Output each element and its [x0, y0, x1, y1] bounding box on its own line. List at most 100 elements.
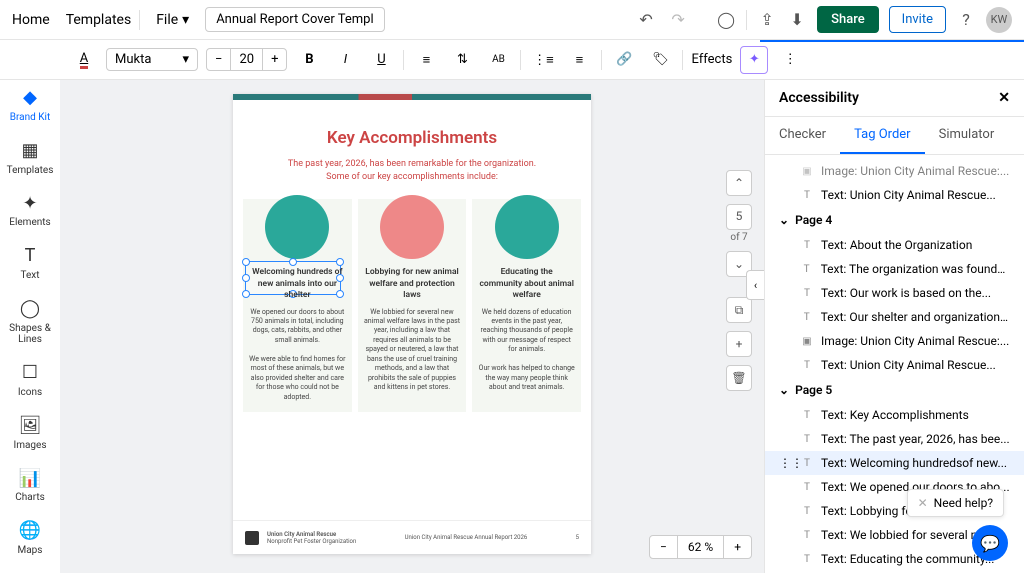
effects-button[interactable]: Effects: [691, 52, 732, 67]
letter-case-icon[interactable]: AB: [484, 46, 512, 74]
column-3[interactable]: Educating the community about animal wel…: [472, 199, 581, 412]
font-size-stepper[interactable]: − 20 +: [206, 48, 287, 71]
illustration-1[interactable]: [265, 195, 329, 259]
copy-page-button[interactable]: ⧉: [726, 297, 752, 323]
tag-item[interactable]: TText: Our shelter and organizationi...: [765, 305, 1024, 329]
tag-item[interactable]: TText: The past year, 2026, has bee...: [765, 427, 1024, 451]
column-2[interactable]: Lobbying for new animal welfare and prot…: [358, 199, 467, 412]
tag-icon[interactable]: 🏷: [646, 46, 674, 74]
text-type-icon: T: [801, 264, 813, 275]
tab-simulator[interactable]: Simulator: [925, 117, 1009, 154]
zoom-out-button[interactable]: −: [650, 536, 677, 558]
page[interactable]: Key Accomplishments The past year, 2026,…: [233, 94, 591, 554]
collapse-panel-button[interactable]: ‹: [746, 270, 764, 300]
tag-item[interactable]: TText: Union City Animal Rescue...: [765, 183, 1024, 207]
italic-icon[interactable]: I: [331, 46, 359, 74]
text-type-icon: T: [801, 410, 813, 421]
font-select[interactable]: Mukta▾: [106, 48, 198, 71]
text-type-icon: T: [801, 554, 813, 565]
left-rail: ◆Brand Kit ▦Templates ✦Elements TText ◯S…: [0, 80, 60, 573]
footer-logo-icon: [245, 531, 259, 545]
bold-icon[interactable]: B: [295, 46, 323, 74]
drag-handle-icon[interactable]: ⋮⋮: [779, 456, 793, 470]
text-type-icon: T: [801, 434, 813, 445]
align-icon[interactable]: ≡: [412, 46, 440, 74]
col2-heading[interactable]: Lobbying for new animal welfare and prot…: [364, 267, 461, 301]
rail-maps[interactable]: 🌐Maps: [18, 521, 43, 556]
rail-shapes[interactable]: ◯Shapes & Lines: [0, 299, 60, 345]
tab-checker[interactable]: Checker: [765, 117, 840, 154]
decrease-size-button[interactable]: −: [207, 49, 230, 70]
canvas[interactable]: Key Accomplishments The past year, 2026,…: [60, 80, 764, 573]
undo-icon[interactable]: ↶: [636, 10, 656, 30]
avatar[interactable]: KW: [986, 7, 1012, 33]
delete-page-button[interactable]: 🗑: [726, 365, 752, 391]
tag-item[interactable]: ▣Image: Union City Animal Rescue:...: [765, 329, 1024, 353]
charts-icon: 📊: [19, 469, 41, 489]
rail-text[interactable]: TText: [20, 246, 39, 281]
nav-templates[interactable]: Templates: [66, 12, 132, 28]
more-icon[interactable]: ⋮: [776, 46, 804, 74]
numbered-icon[interactable]: ≡: [565, 46, 593, 74]
tab-tag-order[interactable]: Tag Order: [840, 117, 925, 154]
help-bubble[interactable]: ✕Need help?: [907, 489, 1004, 517]
zoom-control[interactable]: − 62 % +: [649, 535, 752, 559]
increase-size-button[interactable]: +: [263, 49, 286, 70]
underline-icon[interactable]: U: [367, 46, 395, 74]
tag-page-group[interactable]: ⌄Page 4: [765, 207, 1024, 233]
tag-item[interactable]: TText: Union City Animal Rescue...: [765, 353, 1024, 377]
file-menu[interactable]: File▾: [156, 12, 189, 28]
rail-templates[interactable]: ▦Templates: [7, 141, 54, 176]
close-icon[interactable]: ✕: [998, 90, 1010, 106]
chat-button[interactable]: 💬: [972, 525, 1008, 561]
prev-page-button[interactable]: ⌃: [726, 170, 752, 196]
tag-item[interactable]: ▣Image: Union City Animal Rescue:...: [765, 159, 1024, 183]
rail-charts[interactable]: 📊Charts: [15, 469, 45, 504]
close-icon[interactable]: ✕: [918, 496, 928, 510]
page-title[interactable]: Key Accomplishments: [233, 128, 591, 148]
redo-icon[interactable]: ↷: [668, 10, 688, 30]
zoom-value[interactable]: 62 %: [677, 536, 724, 558]
tag-item[interactable]: TText: Key Accomplishments: [765, 403, 1024, 427]
help-icon[interactable]: ?: [956, 10, 976, 30]
rail-icons[interactable]: ☐Icons: [18, 363, 42, 398]
sync-icon[interactable]: ◯: [716, 10, 736, 30]
line-spacing-icon[interactable]: ⇅: [448, 46, 476, 74]
bullets-icon[interactable]: ⋮≡: [529, 46, 557, 74]
text-type-icon: T: [801, 288, 813, 299]
text-type-icon: T: [801, 190, 813, 201]
document-title-input[interactable]: [205, 7, 385, 32]
tag-item[interactable]: TText: About the Organization: [765, 233, 1024, 257]
text-color-icon[interactable]: A: [70, 46, 98, 74]
tag-page-group[interactable]: ⌄Page 5: [765, 377, 1024, 403]
add-page-button[interactable]: +: [726, 331, 752, 357]
share-button[interactable]: Share: [817, 6, 879, 33]
panel-title: Accessibility: [779, 90, 859, 106]
page-subtitle[interactable]: The past year, 2026, has been remarkable…: [233, 158, 591, 183]
image-type-icon: ▣: [801, 336, 813, 347]
tag-item[interactable]: TText: Our work is based on the...: [765, 281, 1024, 305]
download-icon[interactable]: ⬇: [787, 10, 807, 30]
zoom-in-button[interactable]: +: [724, 536, 751, 558]
column-1[interactable]: Welcoming hundreds of new animals into o…: [243, 199, 352, 412]
rail-images[interactable]: 🖼Images: [13, 416, 46, 451]
export-icon[interactable]: ⇪: [757, 10, 777, 30]
text-type-icon: T: [801, 240, 813, 251]
link-icon[interactable]: 🔗: [610, 46, 638, 74]
illustration-3[interactable]: [495, 195, 559, 259]
page-number[interactable]: 5: [726, 204, 752, 230]
tag-item[interactable]: ⋮⋮TText: Welcoming hundredsof new...: [765, 451, 1024, 475]
text-toolbar: A Mukta▾ − 20 + B I U ≡ ⇅ AB ⋮≡ ≡ 🔗 🏷 Ef…: [0, 40, 1024, 80]
ai-sparkle-icon[interactable]: ✦: [740, 46, 768, 74]
col1-heading[interactable]: Welcoming hundreds of new animals into o…: [249, 267, 346, 301]
col3-heading[interactable]: Educating the community about animal wel…: [478, 267, 575, 301]
illustration-2[interactable]: [380, 195, 444, 259]
invite-button[interactable]: Invite: [889, 6, 946, 33]
rail-elements[interactable]: ✦Elements: [9, 194, 50, 229]
images-icon: 🖼: [19, 416, 42, 436]
font-size-value[interactable]: 20: [230, 49, 263, 70]
tag-item[interactable]: TText: The organization was founde...: [765, 257, 1024, 281]
nav-home[interactable]: Home: [12, 12, 50, 28]
rail-brand-kit[interactable]: ◆Brand Kit: [10, 88, 50, 123]
chevron-down-icon: ▾: [182, 52, 189, 67]
